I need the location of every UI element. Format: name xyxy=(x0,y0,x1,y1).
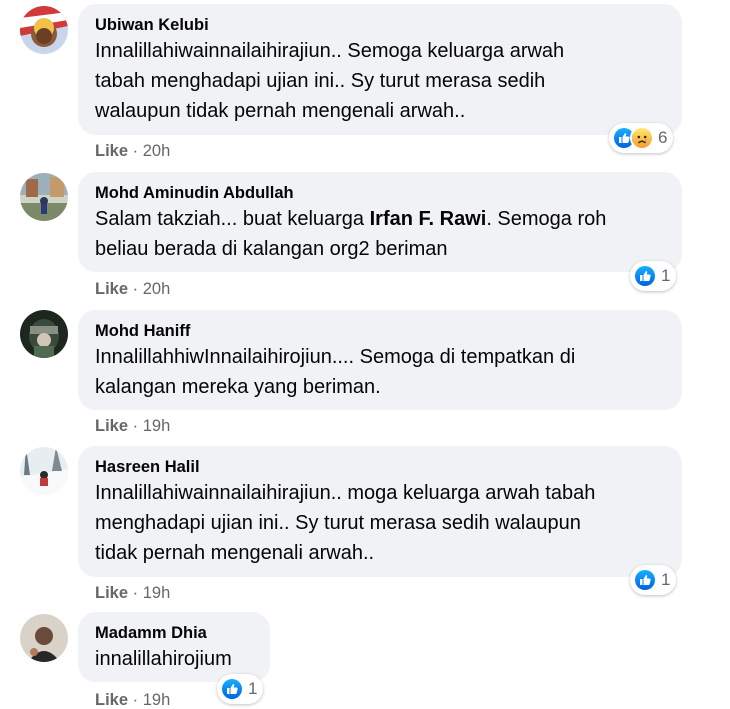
comment-text: innalillahirojium xyxy=(95,644,254,674)
comment-time[interactable]: 19h xyxy=(143,584,171,602)
comment-line: menghadapi ujian ini.. Sy turut merasa s… xyxy=(95,512,581,534)
comment-line: walaupun tidak pernah mengenali arwah.. xyxy=(95,100,466,122)
comment-line: tidak pernah mengenali arwah.. xyxy=(95,542,375,564)
comment-text: Innalillahiwainnailaihirajiun.. Semoga k… xyxy=(95,36,666,126)
comment-time[interactable]: 20h xyxy=(143,280,171,298)
avatar[interactable] xyxy=(20,447,68,495)
comment-line: Salam takziah... buat keluarga Irfan F. … xyxy=(95,204,666,234)
comment-bubble: Madamm Dhia innalillahirojium xyxy=(78,612,270,682)
comment-line: InnalillahhiwInnailaihirojiun.... Semoga… xyxy=(95,346,576,368)
comment-text: InnalillahhiwInnailaihirojiun.... Semoga… xyxy=(95,342,666,402)
reaction-count: 6 xyxy=(658,128,668,147)
comment-author[interactable]: Madamm Dhia xyxy=(95,622,254,644)
like-icon xyxy=(633,264,657,288)
like-button[interactable]: Like xyxy=(95,417,128,435)
comment-text-segment: . Semoga roh xyxy=(486,208,607,230)
reaction-count: 1 xyxy=(661,266,671,285)
separator: · xyxy=(132,417,143,435)
comment-meta: Like · 20h xyxy=(95,279,170,299)
comment-bubble: Mohd Aminudin Abdullah Salam takziah... … xyxy=(78,172,682,272)
comment-author[interactable]: Mohd Aminudin Abdullah xyxy=(95,182,666,204)
reaction-summary[interactable]: 1 xyxy=(217,674,264,704)
comment-line: Innalillahiwainnailaihirajiun.. Semoga k… xyxy=(95,40,565,62)
comment-line: tabah menghadapi ujian ini.. Sy turut me… xyxy=(95,70,546,92)
comment-bubble: Mohd Haniff InnalillahhiwInnailaihirojiu… xyxy=(78,310,682,410)
like-icon xyxy=(220,677,244,701)
reaction-summary[interactable]: 6 xyxy=(609,123,674,153)
comment-author[interactable]: Ubiwan Kelubi xyxy=(95,14,666,36)
reaction-count: 1 xyxy=(248,679,258,698)
comment-text: Innalillahiwainnailaihirajiun.. moga kel… xyxy=(95,478,666,568)
comment-bubble: Hasreen Halil Innalillahiwainnailaihiraj… xyxy=(78,446,682,577)
avatar[interactable] xyxy=(20,310,68,358)
comment-meta: Like · 19h xyxy=(95,690,170,709)
avatar[interactable] xyxy=(20,6,68,54)
comment-bubble: Ubiwan Kelubi Innalillahiwainnailaihiraj… xyxy=(78,4,682,135)
separator: · xyxy=(132,584,143,602)
comment-text-segment: Salam takziah... buat keluarga xyxy=(95,208,370,230)
sad-icon xyxy=(630,126,654,150)
comment-author[interactable]: Hasreen Halil xyxy=(95,456,666,478)
comment-time[interactable]: 20h xyxy=(143,142,171,160)
avatar[interactable] xyxy=(20,614,68,662)
reaction-count: 1 xyxy=(661,570,671,589)
separator: · xyxy=(132,280,143,298)
like-button[interactable]: Like xyxy=(95,691,128,709)
comment-line: innalillahirojium xyxy=(95,648,232,670)
comment-line: Innalillahiwainnailaihirajiun.. moga kel… xyxy=(95,482,596,504)
comment-meta: Like · 19h xyxy=(95,583,170,603)
like-button[interactable]: Like xyxy=(95,280,128,298)
comment-meta: Like · 19h xyxy=(95,416,170,436)
comment-text: Salam takziah... buat keluarga Irfan F. … xyxy=(95,204,666,264)
reaction-summary[interactable]: 1 xyxy=(630,565,677,595)
comment-line: kalangan mereka yang beriman. xyxy=(95,376,381,398)
comment-meta: Like · 20h xyxy=(95,141,170,161)
separator: · xyxy=(132,142,143,160)
comment-line: beliau berada di kalangan org2 beriman xyxy=(95,238,448,260)
like-button[interactable]: Like xyxy=(95,584,128,602)
like-icon xyxy=(633,568,657,592)
like-button[interactable]: Like xyxy=(95,142,128,160)
comment-time[interactable]: 19h xyxy=(143,691,171,709)
mention-link[interactable]: Irfan F. Rawi xyxy=(370,208,487,230)
comment-author[interactable]: Mohd Haniff xyxy=(95,320,666,342)
avatar[interactable] xyxy=(20,173,68,221)
comment-time[interactable]: 19h xyxy=(143,417,171,435)
reaction-summary[interactable]: 1 xyxy=(630,261,677,291)
separator: · xyxy=(132,691,143,709)
